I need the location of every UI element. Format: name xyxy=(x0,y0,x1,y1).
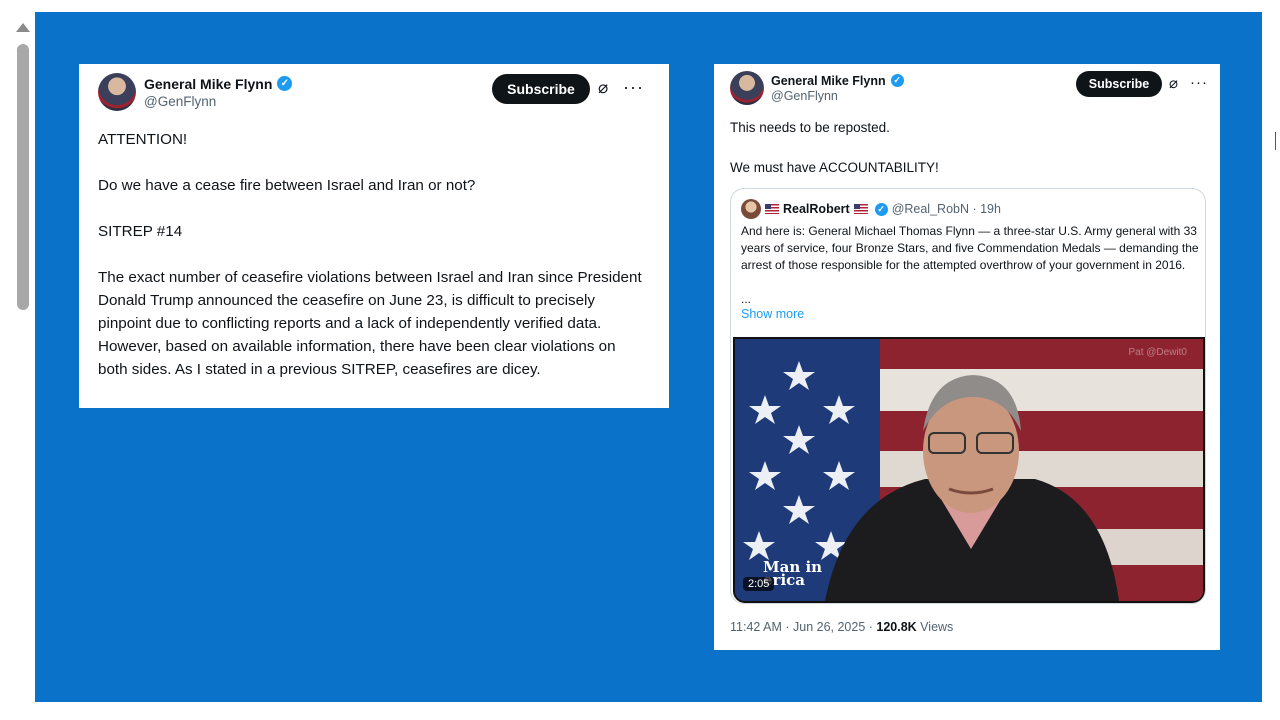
video-player[interactable]: Pat @Dewit0 Man in erica 2:05 xyxy=(733,337,1205,603)
post-meta: 11:42 AM · Jun 26, 2025 · 120.8K Views xyxy=(730,620,953,634)
more-icon[interactable]: ··· xyxy=(623,77,644,98)
grok-icon[interactable]: ⌀ xyxy=(1169,74,1178,92)
us-flag-icon xyxy=(853,204,868,214)
quoted-post-text: And here is: General Michael Thomas Flyn… xyxy=(741,224,1199,272)
avatar[interactable] xyxy=(98,73,136,111)
quoted-post-header: RealRobert ✓ @Real_RobN · 19h xyxy=(741,199,1001,219)
post-paragraph: ATTENTION! xyxy=(98,131,188,148)
verified-icon: ✓ xyxy=(277,76,293,91)
subscribe-button[interactable]: Subscribe xyxy=(1076,71,1162,97)
video-duration: 2:05 xyxy=(743,577,775,591)
author-handle[interactable]: @GenFlynn xyxy=(771,89,904,103)
post-header: General Mike Flynn ✓ @GenFlynn xyxy=(98,73,293,111)
post-text: This needs to be reposted. We must have … xyxy=(730,118,1200,178)
video-corner-watermark: Pat @Dewit0 xyxy=(1128,347,1187,358)
post-card-1: General Mike Flynn ✓ @GenFlynn Subscribe… xyxy=(79,64,669,408)
show-more-link[interactable]: Show more xyxy=(741,307,804,321)
post-paragraph: The exact number of ceasefire violations… xyxy=(98,269,642,378)
post-paragraph: SITREP #14 xyxy=(98,223,183,240)
mouse-cursor xyxy=(1275,132,1280,150)
verified-icon: ✓ xyxy=(890,74,904,87)
post-paragraph: We must have ACCOUNTABILITY! xyxy=(730,160,939,175)
post-text: ATTENTION! Do we have a cease fire betwe… xyxy=(98,128,646,381)
more-icon[interactable]: ··· xyxy=(1190,74,1208,91)
verified-icon: ✓ xyxy=(874,202,888,216)
subscribe-button[interactable]: Subscribe xyxy=(492,74,590,104)
post-paragraph: This needs to be reposted. xyxy=(730,120,890,135)
quoted-post[interactable]: RealRobert ✓ @Real_RobN · 19h And here i… xyxy=(730,188,1206,604)
author-name[interactable]: General Mike Flynn xyxy=(144,76,272,92)
scroll-up-icon[interactable] xyxy=(16,23,30,32)
views-count: 120.8K xyxy=(876,620,917,634)
author-name[interactable]: General Mike Flynn xyxy=(771,74,886,88)
quoted-handle-time: @Real_RobN · 19h xyxy=(891,202,1001,216)
post-timestamp[interactable]: 11:42 AM · Jun 26, 2025 · xyxy=(730,620,876,634)
post-header: General Mike Flynn ✓ @GenFlynn xyxy=(730,71,904,105)
quoted-ellipsis: ... xyxy=(741,292,752,306)
post-paragraph: Do we have a cease fire between Israel a… xyxy=(98,177,476,194)
quoted-author-name[interactable]: RealRobert xyxy=(783,202,850,216)
scrollbar-thumb[interactable] xyxy=(17,44,29,310)
us-flag-icon xyxy=(765,204,779,214)
avatar[interactable] xyxy=(741,199,761,219)
avatar[interactable] xyxy=(730,71,764,105)
author-handle[interactable]: @GenFlynn xyxy=(144,94,292,109)
grok-icon[interactable]: ⌀ xyxy=(598,78,608,98)
views-label: Views xyxy=(916,620,954,634)
scrollbar[interactable] xyxy=(12,18,34,718)
